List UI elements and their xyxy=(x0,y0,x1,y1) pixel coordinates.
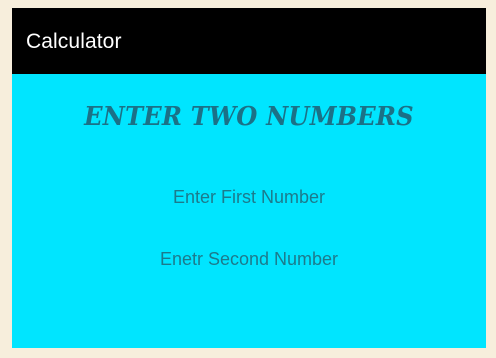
app-screen: Calculator ENTER TWO NUMBERS xyxy=(12,8,486,348)
app-bar: Calculator xyxy=(12,8,486,74)
first-number-input[interactable] xyxy=(12,184,486,210)
page-heading: ENTER TWO NUMBERS xyxy=(84,102,414,132)
second-number-input[interactable] xyxy=(12,246,486,272)
app-title: Calculator xyxy=(26,30,122,53)
